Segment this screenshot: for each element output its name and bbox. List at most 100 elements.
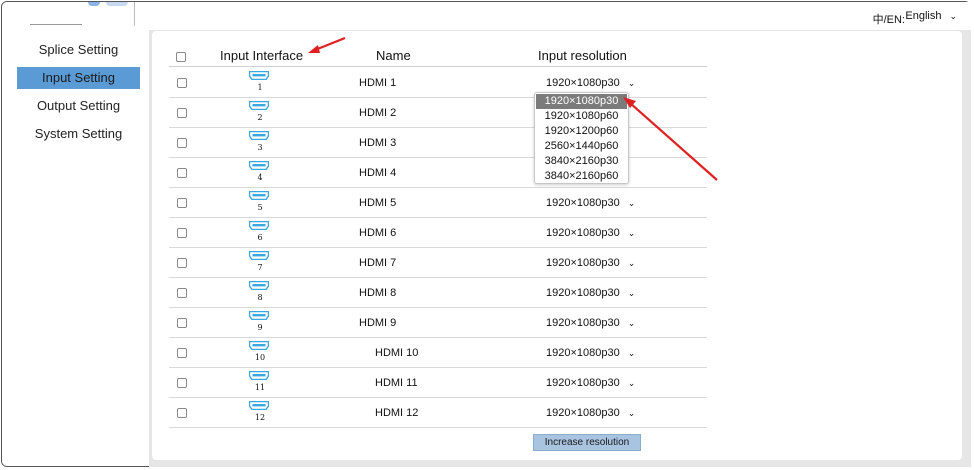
resolution-select[interactable]: 1920×1080p30 ⌄ <box>546 287 635 299</box>
input-port: 10 <box>248 341 272 365</box>
resolution-select[interactable]: 1920×1080p30 ⌄ <box>546 347 635 359</box>
resolution-value: 1920×1080p30 <box>546 317 620 329</box>
chevron-down-icon: ⌄ <box>627 408 636 418</box>
dropdown-option[interactable]: 1920×1080p60 <box>535 109 628 124</box>
input-port: 3 <box>248 131 272 155</box>
hdmi-port-icon <box>249 341 269 350</box>
table-header: Input Interface Name Input resolution <box>169 48 707 66</box>
port-number: 10 <box>254 353 266 362</box>
input-name: HDMI 1 <box>359 77 397 89</box>
dropdown-option[interactable]: 1920×1080p30 <box>536 94 627 109</box>
table-row: 11 HDMI 11 1920×1080p30 ⌄ <box>169 368 707 398</box>
logo <box>30 2 140 30</box>
language-label: 中/EN: <box>872 14 905 26</box>
hdmi-port-icon <box>249 161 269 170</box>
row-checkbox[interactable] <box>177 408 187 418</box>
input-name: HDMI 5 <box>359 197 397 209</box>
resolution-value: 1920×1080p30 <box>546 377 620 389</box>
input-name: HDMI 6 <box>359 227 397 239</box>
row-checkbox[interactable] <box>177 258 187 268</box>
input-port: 9 <box>248 311 272 335</box>
input-name: HDMI 9 <box>359 317 397 329</box>
row-divider <box>169 427 707 428</box>
header-name: Name <box>376 48 411 63</box>
row-checkbox[interactable] <box>177 78 187 88</box>
resolution-value: 1920×1080p30 <box>546 227 620 239</box>
hdmi-port-icon <box>249 131 269 140</box>
input-name: HDMI 3 <box>359 137 397 149</box>
resolution-select[interactable]: 1920×1080p30 ⌄ <box>546 257 635 269</box>
row-checkbox[interactable] <box>177 228 187 238</box>
resolution-select[interactable]: 1920×1080p30 ⌄ <box>546 77 635 89</box>
port-number: 8 <box>257 293 263 302</box>
dropdown-option[interactable]: 2560×1440p60 <box>535 139 628 154</box>
port-number: 6 <box>257 233 263 242</box>
row-checkbox[interactable] <box>177 348 187 358</box>
port-number: 9 <box>257 323 263 332</box>
sidebar-item-input-setting[interactable]: Input Setting <box>17 67 140 89</box>
input-port: 5 <box>248 191 272 215</box>
table-row: 7 HDMI 7 1920×1080p30 ⌄ <box>169 248 707 278</box>
input-port: 4 <box>248 161 272 185</box>
chevron-down-icon: ⌄ <box>949 11 957 21</box>
top-bar: 中/EN: English ⌄ <box>149 2 971 31</box>
input-port: 6 <box>248 221 272 245</box>
hdmi-port-icon <box>249 281 269 290</box>
port-number: 4 <box>257 173 263 182</box>
sidebar-item-output-setting[interactable]: Output Setting <box>17 95 140 117</box>
port-number: 1 <box>257 83 263 92</box>
input-name: HDMI 4 <box>359 167 397 179</box>
resolution-select[interactable]: 1920×1080p30 ⌄ <box>546 317 635 329</box>
resolution-select[interactable]: 1920×1080p30 ⌄ <box>546 407 635 419</box>
input-port: 8 <box>248 281 272 305</box>
table-row: 5 HDMI 5 1920×1080p30 ⌄ <box>169 188 707 218</box>
chevron-down-icon: ⌄ <box>627 378 636 388</box>
row-checkbox[interactable] <box>177 198 187 208</box>
row-checkbox[interactable] <box>177 378 187 388</box>
row-checkbox[interactable] <box>177 108 187 118</box>
input-port: 11 <box>248 371 272 395</box>
hdmi-port-icon <box>249 221 269 230</box>
port-number: 12 <box>254 413 266 422</box>
hdmi-port-icon <box>249 191 269 200</box>
chevron-down-icon: ⌄ <box>627 198 636 208</box>
dropdown-option[interactable]: 3840×2160p30 <box>535 154 628 169</box>
input-port: 2 <box>248 101 272 125</box>
row-checkbox[interactable] <box>177 318 187 328</box>
hdmi-port-icon <box>249 71 269 80</box>
input-name: HDMI 12 <box>375 407 419 419</box>
chevron-down-icon: ⌄ <box>627 348 636 358</box>
resolution-dropdown-menu: 1920×1080p30 1920×1080p60 1920×1200p60 2560… <box>534 92 629 184</box>
row-checkbox[interactable] <box>177 168 187 178</box>
hdmi-port-icon <box>249 401 269 410</box>
sidebar: Splice Setting Input Setting Output Sett… <box>2 2 150 466</box>
port-number: 11 <box>254 383 266 392</box>
chevron-down-icon: ⌄ <box>627 288 636 298</box>
increase-resolution-button[interactable]: Increase resolution <box>533 434 641 451</box>
input-port: 12 <box>248 401 272 425</box>
input-port: 1 <box>248 71 272 95</box>
dropdown-option[interactable]: 1920×1200p60 <box>535 124 628 139</box>
header-input-interface: Input Interface <box>220 48 304 63</box>
sidebar-item-splice-setting[interactable]: Splice Setting <box>17 39 140 61</box>
hdmi-port-icon <box>249 101 269 110</box>
resolution-select[interactable]: 1920×1080p30 ⌄ <box>546 227 635 239</box>
select-all-checkbox[interactable] <box>176 52 186 62</box>
row-checkbox[interactable] <box>177 138 187 148</box>
resolution-value: 1920×1080p30 <box>546 347 620 359</box>
input-name: HDMI 7 <box>359 257 397 269</box>
chevron-down-icon: ⌄ <box>627 258 636 268</box>
header-input-resolution: Input resolution <box>538 48 627 63</box>
resolution-select[interactable]: 1920×1080p30 ⌄ <box>546 197 635 209</box>
dropdown-option[interactable]: 3840×2160p60 <box>535 169 628 184</box>
table-row: 12 HDMI 12 1920×1080p30 ⌄ <box>169 398 707 428</box>
resolution-select[interactable]: 1920×1080p30 ⌄ <box>546 377 635 389</box>
resolution-value: 1920×1080p30 <box>546 257 620 269</box>
row-checkbox[interactable] <box>177 288 187 298</box>
language-select[interactable]: English ⌄ <box>905 10 957 22</box>
sidebar-item-system-setting[interactable]: System Setting <box>17 123 140 145</box>
resolution-value: 1920×1080p30 <box>546 197 620 209</box>
port-number: 5 <box>257 203 263 212</box>
resolution-value: 1920×1080p30 <box>546 287 620 299</box>
table-row: 6 HDMI 6 1920×1080p30 ⌄ <box>169 218 707 248</box>
